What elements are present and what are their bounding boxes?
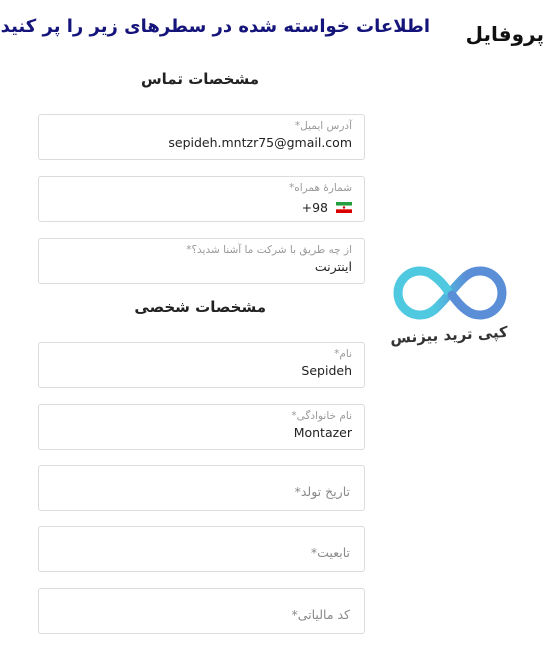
referral-label: از چه طریق با شرکت ما آشنا شدید؟* <box>186 244 352 256</box>
first-name-field[interactable]: نام* Sepideh <box>38 342 365 388</box>
personal-section-title: مشخصات شخصی <box>134 298 266 316</box>
first-name-label: نام* <box>334 348 352 360</box>
brand-logo: کپی ترید بیزنس <box>385 262 525 362</box>
tax-code-placeholder: کد مالیاتی* <box>291 607 350 622</box>
birth-date-field[interactable]: تاریخ تولد* <box>38 465 365 511</box>
last-name-value: Montazer <box>293 425 352 440</box>
email-label: آدرس ایمیل* <box>294 120 352 132</box>
country-code: +98 <box>301 200 328 215</box>
iran-flag-icon[interactable] <box>336 202 352 213</box>
form-instructions: اطلاعات خواسته شده در سطرهای زیر را پر ک… <box>0 16 430 37</box>
first-name-value: Sepideh <box>301 363 352 378</box>
brand-name: کپی ترید بیزنس <box>389 322 509 348</box>
nationality-placeholder: تابعیت* <box>310 545 350 560</box>
contact-section-title: مشخصات تماس <box>140 70 260 88</box>
nationality-field[interactable]: تابعیت* <box>38 526 365 572</box>
birth-date-placeholder: تاریخ تولد* <box>294 484 350 499</box>
tax-code-field[interactable]: کد مالیاتی* <box>38 588 365 634</box>
referral-field[interactable]: از چه طریق با شرکت ما آشنا شدید؟* اینترن… <box>38 238 365 284</box>
phone-label: شمارهٔ همراه* <box>288 182 352 194</box>
referral-value: اینترنت <box>314 259 352 274</box>
email-value: sepideh.mntzr75@gmail.com <box>168 135 352 150</box>
page-title: پروفایل <box>465 22 544 46</box>
last-name-label: نام خانوادگی* <box>291 410 352 422</box>
last-name-field[interactable]: نام خانوادگی* Montazer <box>38 404 365 450</box>
email-field[interactable]: آدرس ایمیل* sepideh.mntzr75@gmail.com <box>38 114 365 160</box>
phone-field[interactable]: شمارهٔ همراه* +98 <box>38 176 365 222</box>
infinity-logo-icon <box>393 266 507 320</box>
